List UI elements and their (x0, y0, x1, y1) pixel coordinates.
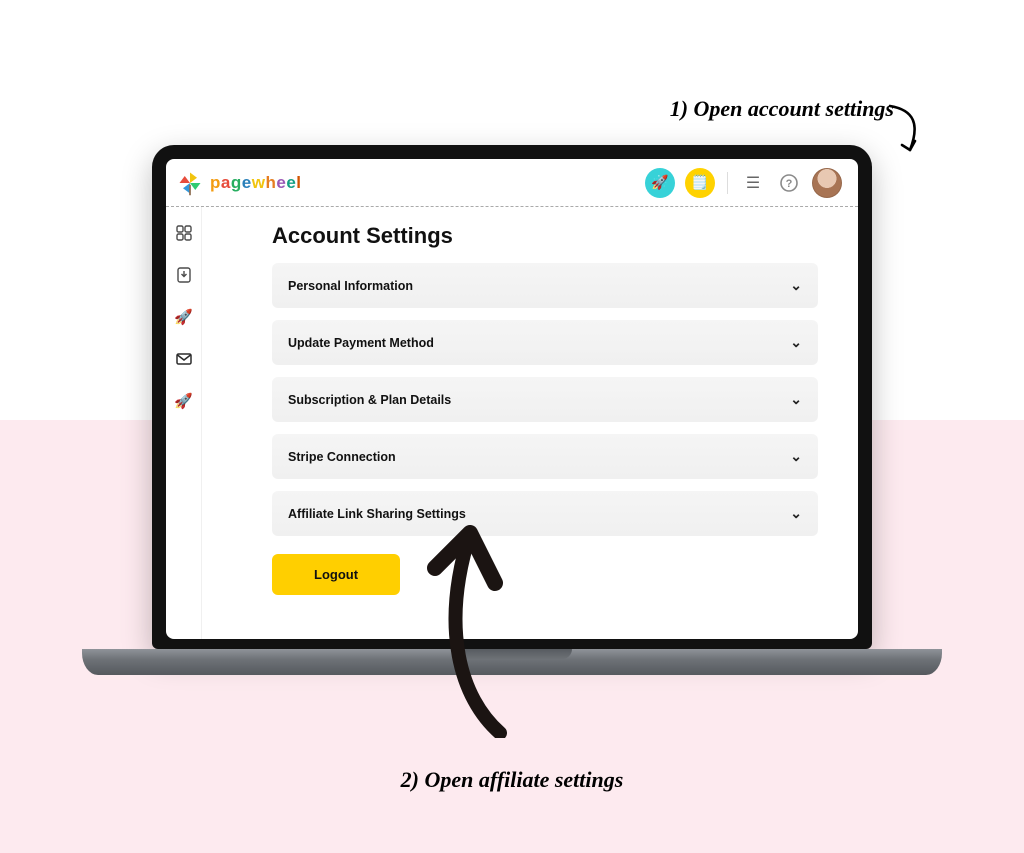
annotation-step2: 2) Open affiliate settings (401, 767, 624, 793)
download-icon (176, 267, 192, 283)
section-subscription[interactable]: Subscription & Plan Details ⌄ (272, 377, 818, 422)
section-label: Update Payment Method (288, 336, 434, 350)
list-icon: ☰ (746, 173, 760, 193)
list-button[interactable]: ☰ (740, 170, 766, 196)
section-label: Stripe Connection (288, 450, 396, 464)
rocket-button[interactable]: 🚀 (645, 168, 675, 198)
brand[interactable]: pagewheel (176, 169, 302, 197)
pinwheel-logo-icon (176, 169, 204, 197)
section-label: Subscription & Plan Details (288, 393, 451, 407)
mail-icon (176, 351, 192, 367)
annotation-step1: 1) Open account settings (670, 96, 894, 122)
dashboard-icon (176, 225, 192, 241)
sidebar-item-mail[interactable] (172, 347, 196, 371)
laptop-base (82, 649, 942, 675)
page-title: Account Settings (272, 223, 818, 249)
chevron-down-icon: ⌄ (790, 391, 802, 408)
section-label: Affiliate Link Sharing Settings (288, 507, 466, 521)
section-affiliate[interactable]: Affiliate Link Sharing Settings ⌄ (272, 491, 818, 536)
app-screen: pagewheel 🚀 🗒️ ☰ (166, 159, 858, 639)
content: Account Settings Personal Information ⌄ … (202, 207, 858, 639)
document-icon: 🗒️ (691, 174, 708, 191)
topbar: pagewheel 🚀 🗒️ ☰ (166, 159, 858, 207)
laptop-notch (452, 649, 572, 659)
sidebar: 🚀 🚀 (166, 207, 202, 639)
avatar-button[interactable] (812, 168, 842, 198)
notes-button[interactable]: 🗒️ (685, 168, 715, 198)
divider (727, 172, 728, 194)
laptop-mockup: pagewheel 🚀 🗒️ ☰ (152, 145, 872, 675)
annotation-arrow-1 (886, 102, 926, 157)
sidebar-item-dashboard[interactable] (172, 221, 196, 245)
rocket-icon: 🚀 (174, 392, 193, 410)
section-update-payment[interactable]: Update Payment Method ⌄ (272, 320, 818, 365)
section-label: Personal Information (288, 279, 413, 293)
chevron-down-icon: ⌄ (790, 448, 802, 465)
chevron-down-icon: ⌄ (790, 505, 802, 522)
app-body: 🚀 🚀 Account Settings P (166, 207, 858, 639)
help-icon: ? (780, 174, 798, 192)
chevron-down-icon: ⌄ (790, 334, 802, 351)
help-button[interactable]: ? (776, 170, 802, 196)
chevron-down-icon: ⌄ (790, 277, 802, 294)
brand-name: pagewheel (210, 173, 302, 193)
rocket-icon: 🚀 (651, 174, 668, 191)
section-personal-information[interactable]: Personal Information ⌄ (272, 263, 818, 308)
logout-button[interactable]: Logout (272, 554, 400, 595)
topbar-right: 🚀 🗒️ ☰ ? (645, 168, 842, 198)
sidebar-item-download[interactable] (172, 263, 196, 287)
svg-text:?: ? (786, 178, 793, 190)
laptop-frame: pagewheel 🚀 🗒️ ☰ (152, 145, 872, 649)
sidebar-item-launch-2[interactable]: 🚀 (172, 389, 196, 413)
sidebar-item-launch[interactable]: 🚀 (172, 305, 196, 329)
rocket-icon: 🚀 (174, 308, 193, 326)
section-stripe[interactable]: Stripe Connection ⌄ (272, 434, 818, 479)
